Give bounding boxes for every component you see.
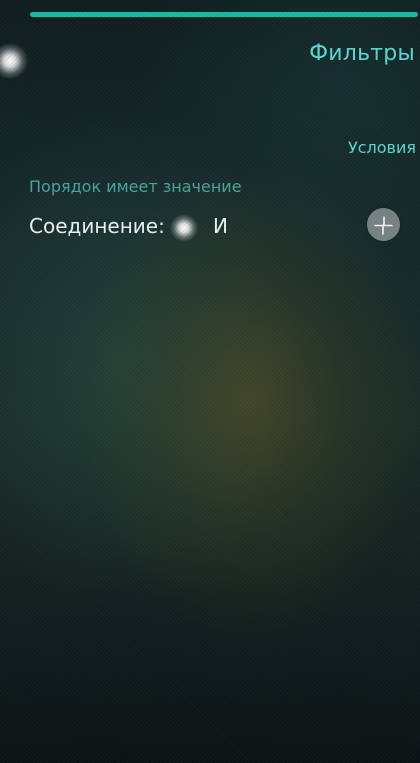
pulley-menu-indicator[interactable] — [0, 43, 28, 79]
join-value: И — [213, 214, 228, 238]
filters-page: Фильтры Условия Порядок имеет значение С… — [0, 0, 420, 763]
section-header-conditions: Условия — [347, 138, 416, 157]
plus-icon — [374, 216, 393, 235]
page-title: Фильтры — [309, 41, 415, 66]
add-condition-button[interactable] — [367, 208, 400, 241]
order-matters-label: Порядок имеет значение — [29, 177, 242, 196]
join-label: Соединение: — [29, 214, 165, 238]
join-switch-indicator — [170, 214, 198, 242]
top-progress-bar — [30, 12, 418, 17]
join-row: Соединение: И — [29, 212, 409, 244]
join-switch[interactable]: И — [167, 212, 237, 244]
